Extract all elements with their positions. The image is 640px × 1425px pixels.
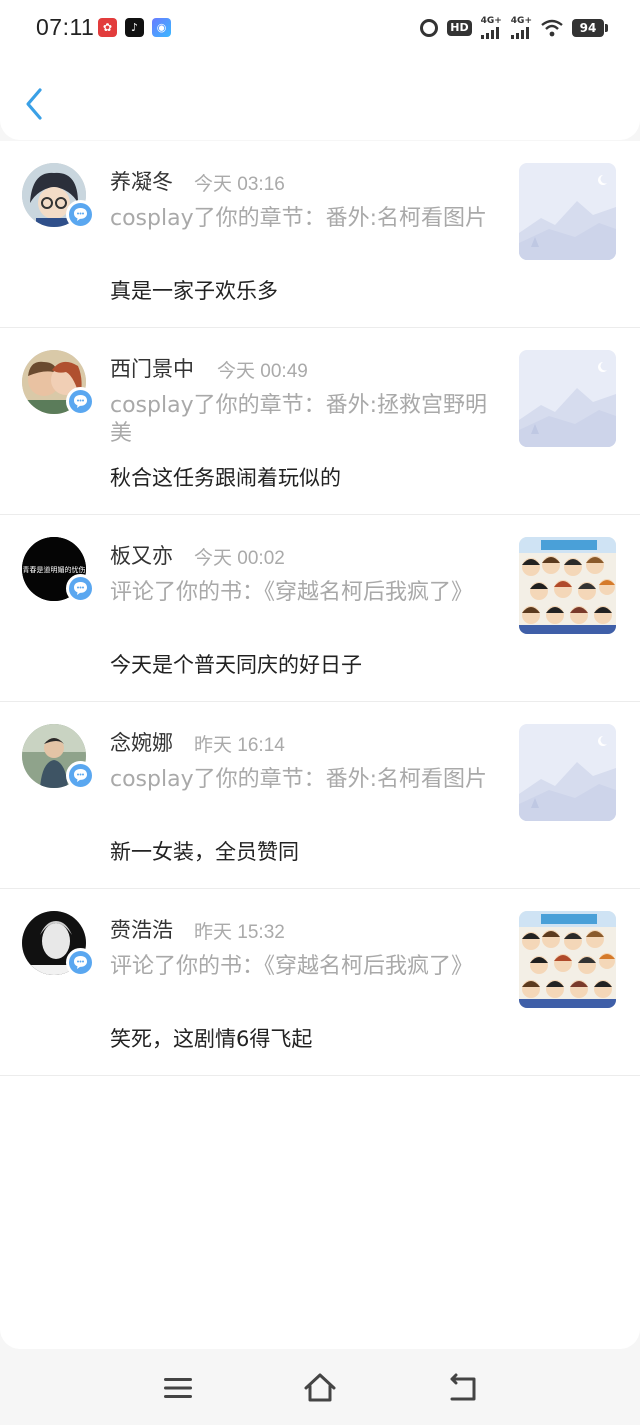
comment-text: 秋合这任务跟闹着玩似的 <box>110 466 341 490</box>
comment-badge-icon <box>66 574 95 603</box>
activity-description: 评论了你的书：《穿越名柯后我疯了》 <box>110 954 474 979</box>
network-type-label: 4G+ <box>480 16 502 26</box>
timestamp: 昨天 15:32 <box>194 922 285 943</box>
menu-button[interactable] <box>160 1370 196 1406</box>
screen: 07:11 ✿ ♪ ◉ HD 4G+ 4G+ 94 养凝冬 今天 03:16 c… <box>0 0 640 1425</box>
comment-text: 新一女装，全员赞同 <box>110 840 299 864</box>
hd-voice-icon: HD <box>447 20 472 36</box>
notification-item[interactable]: 念婉娜 昨天 16:14 cosplay了你的章节：番外:名柯看图片 新一女装，… <box>0 702 640 889</box>
comment-badge-icon <box>66 387 95 416</box>
activity-description: cosplay了你的章节：番外:名柯看图片 <box>110 206 488 231</box>
comment-text: 笑死，这剧情6得飞起 <box>110 1027 313 1051</box>
comment-badge-icon <box>66 761 95 790</box>
activity-description: 评论了你的书：《穿越名柯后我疯了》 <box>110 580 474 605</box>
thumbnail-placeholder[interactable] <box>519 350 616 447</box>
timestamp: 今天 03:16 <box>194 174 285 195</box>
menu-icon <box>164 1378 192 1398</box>
empty-area <box>0 1076 640 1349</box>
tiktok-icon: ♪ <box>125 18 144 37</box>
back-nav-button[interactable] <box>444 1370 480 1406</box>
system-nav-bar <box>0 1352 640 1425</box>
notification-item[interactable]: 西门景中 今天 00:49 cosplay了你的章节：番外:拯救宫野明美 秋合这… <box>0 328 640 515</box>
notification-list: 养凝冬 今天 03:16 cosplay了你的章节：番外:名柯看图片 真是一家子… <box>0 141 640 1076</box>
book-cover-thumbnail[interactable] <box>519 537 616 634</box>
wifi-icon <box>541 19 563 37</box>
activity-description: cosplay了你的章节：番外:名柯看图片 <box>110 767 488 792</box>
comment-badge-icon <box>66 200 95 229</box>
alarm-icon <box>420 19 439 37</box>
comment-badge-icon <box>66 948 95 977</box>
app-notification-icon: ✿ <box>98 18 117 37</box>
signal-icon: 4G+ <box>480 16 502 39</box>
status-bar: 07:11 ✿ ♪ ◉ HD 4G+ 4G+ 94 <box>0 0 640 56</box>
timestamp: 今天 00:49 <box>217 361 308 382</box>
network-type-label: 4G+ <box>510 16 532 26</box>
battery-icon: 94 <box>572 19 608 37</box>
username[interactable]: 板又亦 <box>110 540 173 570</box>
thumbnail-placeholder[interactable] <box>519 724 616 821</box>
back-arrow-icon <box>450 1373 476 1401</box>
timestamp: 昨天 16:14 <box>194 735 285 756</box>
username[interactable]: 西门景中 <box>110 353 194 383</box>
timestamp: 今天 00:02 <box>194 548 285 569</box>
notification-item[interactable]: 青春是道明媚的忧伤 板又亦 今天 00:02 评论了你的书：《穿越名柯后我疯了》… <box>0 515 640 702</box>
comment-text: 真是一家子欢乐多 <box>110 279 278 303</box>
username[interactable]: 赍浩浩 <box>110 914 173 944</box>
back-button[interactable] <box>18 84 52 124</box>
home-icon <box>304 1373 336 1402</box>
notification-item[interactable]: 养凝冬 今天 03:16 cosplay了你的章节：番外:名柯看图片 真是一家子… <box>0 141 640 328</box>
header <box>0 56 640 140</box>
status-time: 07:11 <box>36 14 95 40</box>
app-store-icon: ◉ <box>152 18 171 37</box>
activity-description: cosplay了你的章节：番外:拯救宫野明美 <box>110 393 488 446</box>
chevron-left-icon <box>26 88 42 120</box>
username[interactable]: 念婉娜 <box>110 727 173 757</box>
system-icons: HD 4G+ 4G+ 94 <box>420 16 608 40</box>
notification-item[interactable]: 赍浩浩 昨天 15:32 评论了你的书：《穿越名柯后我疯了》 笑死，这剧情6得飞… <box>0 889 640 1076</box>
signal-icon: 4G+ <box>510 16 532 39</box>
avatar-text: 青春是道明媚的忧伤 <box>23 565 86 574</box>
username[interactable]: 养凝冬 <box>110 166 173 196</box>
book-cover-thumbnail[interactable] <box>519 911 616 1008</box>
thumbnail-placeholder[interactable] <box>519 163 616 260</box>
home-button[interactable] <box>302 1370 338 1406</box>
comment-text: 今天是个普天同庆的好日子 <box>110 653 362 677</box>
